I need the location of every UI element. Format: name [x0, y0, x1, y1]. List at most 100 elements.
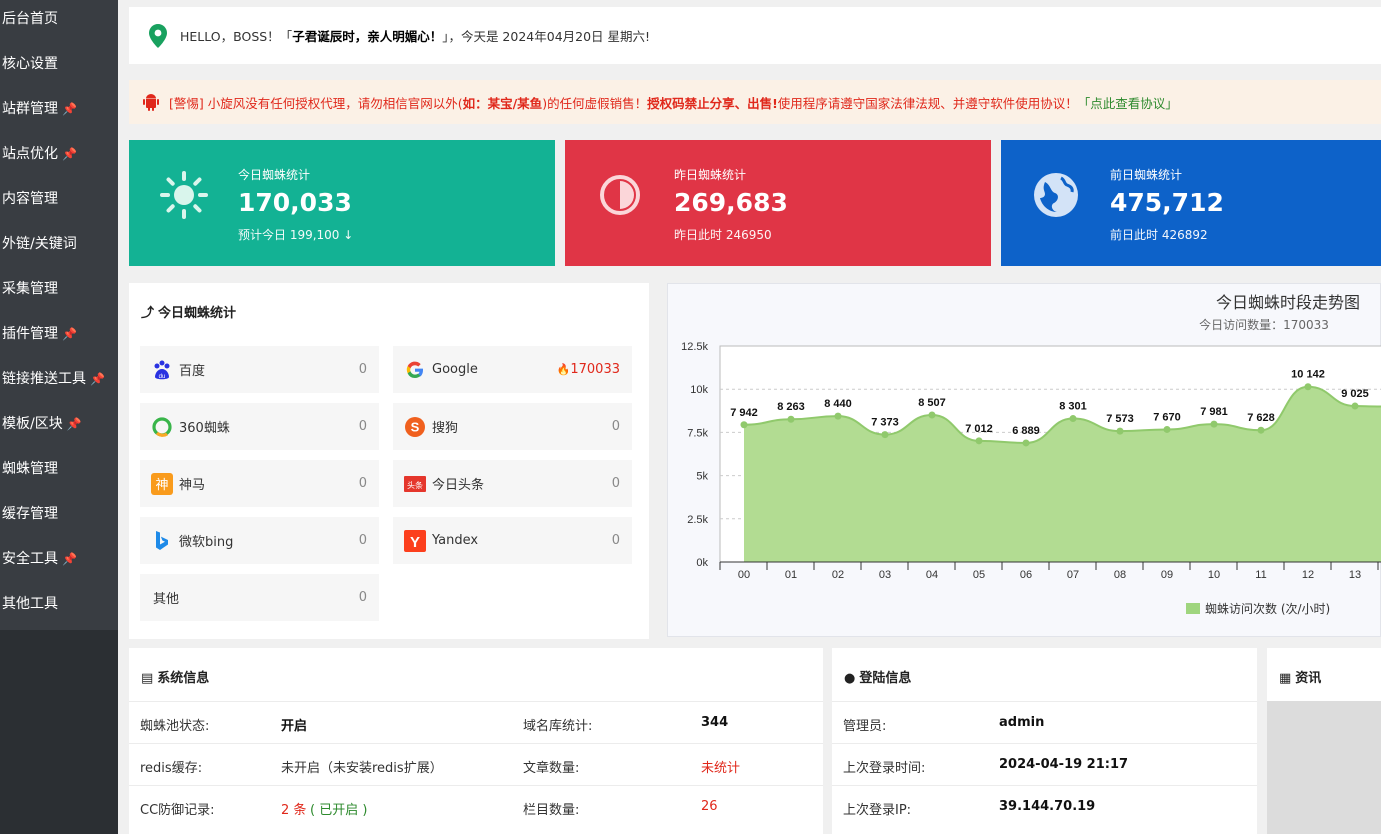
engine-name: 搜狗 — [432, 421, 459, 436]
engine-item: Google 🔥170033 — [393, 346, 632, 393]
data-point — [881, 431, 889, 439]
stat-card-yesterday: 昨日蜘蛛统计 269,683 昨日此时 246950 — [565, 140, 991, 266]
shenma-icon: 神 — [151, 472, 173, 495]
status-badge: ( 已开启 ) — [310, 803, 368, 818]
sidebar-item[interactable]: 模板/区块 📌 — [0, 405, 118, 450]
engine-value: 0 — [612, 419, 620, 434]
engine-count: 0 — [358, 476, 367, 491]
engine-value: 0 — [359, 590, 367, 605]
sidebar-item-label: 模板/区块 — [2, 416, 63, 432]
engine-name: 今日头条 — [432, 478, 485, 493]
table-row: redis缓存: 未开启（未安装redis扩展） 文章数量: 未统计 — [129, 743, 823, 785]
sidebar-item-label: 后台首页 — [2, 11, 58, 27]
sogou-icon: S — [404, 416, 426, 438]
panel-title: ● 登陆信息 — [844, 671, 912, 686]
data-label: 8 301 — [1059, 401, 1087, 413]
sidebar-item[interactable]: 插件管理 📌 — [0, 315, 118, 360]
y-tick-label: 5k — [696, 471, 708, 483]
sidebar-item[interactable]: 外链/关键词 — [0, 225, 118, 270]
engine-value: 🔥170033 — [557, 362, 620, 377]
sidebar-item[interactable]: 其他工具 — [0, 585, 118, 630]
globe-icon — [1034, 173, 1078, 217]
sidebar-item[interactable]: 内容管理 — [0, 180, 118, 225]
x-tick-label: 00 — [738, 569, 750, 581]
data-point — [740, 421, 748, 429]
sidebar-item[interactable]: 核心设置 — [0, 45, 118, 90]
y-tick-label: 10k — [690, 384, 708, 396]
svg-text:du: du — [159, 374, 166, 380]
engine-item: S 搜狗 0 — [393, 403, 632, 450]
sidebar-item-label: 其他工具 — [2, 596, 58, 612]
legend-label: 蜘蛛访问次数 (次/小时) — [1205, 601, 1330, 616]
row-key: 域名库统计: — [523, 719, 593, 734]
data-point — [1210, 420, 1218, 428]
sidebar-item-label: 站群管理 — [2, 101, 58, 117]
sidebar-item[interactable]: 链接推送工具 📌 — [0, 360, 118, 405]
data-point — [1304, 383, 1312, 391]
user-icon: ● — [844, 671, 856, 686]
table-row: 上次登录IP: 39.144.70.19 — [832, 785, 1257, 827]
legend-swatch — [1186, 603, 1200, 614]
sidebar-item[interactable]: 站群管理 📌 — [0, 90, 118, 135]
data-point — [928, 411, 936, 419]
row-value: 2024-04-19 21:17 — [999, 757, 1129, 772]
row-key: 文章数量: — [523, 761, 580, 776]
bing-icon — [151, 530, 173, 552]
row-key: 上次登录IP: — [843, 803, 912, 818]
android-icon — [143, 94, 159, 111]
sidebar-item[interactable]: 缓存管理 — [0, 495, 118, 540]
grid-icon: ▦ — [1279, 671, 1292, 686]
chart-title: 今日蜘蛛时段走势图 — [1216, 293, 1360, 312]
stat-card-before-yesterday: 前日蜘蛛统计 475,712 前日此时 426892 — [1001, 140, 1381, 266]
svg-text:神: 神 — [155, 478, 168, 493]
data-label: 8 440 — [824, 398, 852, 410]
stat-sub: 昨日此时 246950 — [674, 228, 772, 242]
warning-bar: [警惕] 小旋风没有任何授权代理，请勿相信官网以外(如：某宝/某鱼)的任何虚假销… — [129, 80, 1381, 124]
engine-item: du 百度 0 — [140, 346, 379, 393]
engine-count: 0 — [358, 533, 367, 548]
pin-icon: 📌 — [62, 552, 77, 566]
row-value: 未开启（未安装redis扩展） — [281, 761, 443, 776]
main-content: HELLO，BOSS！「 子君诞辰时，亲人明媚心！ 」，今天是 2024年04月… — [129, 0, 1381, 834]
warning-text-3: )的任何虚假销售！ — [542, 95, 648, 111]
data-label: 6 889 — [1012, 425, 1040, 437]
y-tick-label: 12.5k — [681, 341, 708, 353]
chart-svg: 今日蜘蛛时段走势图今日访问数量：170033 0k 2.5k 5k 7.5k 10k 12.… — [681, 293, 1381, 616]
agreement-link[interactable]: 「点此查看协议」 — [1078, 93, 1178, 112]
panel-title: ▦ 资讯 — [1279, 671, 1322, 686]
engine-count: 0 — [611, 419, 620, 434]
engine-value: 0 — [612, 476, 620, 491]
engine-item: 其他 0 — [140, 574, 379, 621]
data-point — [1351, 402, 1359, 410]
stat-sub: 前日此时 426892 — [1110, 228, 1208, 242]
data-label: 7 670 — [1153, 411, 1181, 423]
sidebar-item[interactable]: 安全工具 📌 — [0, 540, 118, 585]
sidebar-item[interactable]: 后台首页 — [0, 0, 118, 45]
sidebar: 后台首页 核心设置 站群管理 📌 站点优化 📌 内容管理 外链/关键词 采集管理 插件管理 📌 链接推… — [0, 0, 118, 834]
data-point — [1022, 439, 1030, 447]
engine-count: 170033 — [570, 362, 620, 377]
sidebar-item[interactable]: 站点优化 📌 — [0, 135, 118, 180]
row-value: 344 — [701, 715, 729, 730]
x-tick-label: 09 — [1161, 569, 1173, 581]
location-pin-icon — [149, 23, 167, 48]
data-label: 7 981 — [1200, 406, 1228, 418]
data-label: 7 373 — [871, 417, 899, 429]
svg-text:S: S — [411, 419, 420, 434]
welcome-date: 」，今天是 2024年04月20日 星期六! — [442, 29, 651, 44]
table-row: 上次登录时间: 2024-04-19 21:17 — [832, 743, 1257, 785]
pin-icon: 📌 — [62, 327, 77, 341]
engine-name: Google — [432, 362, 478, 377]
system-info-panel: ▤ 系统信息 蜘蛛池状态: 开启 域名库统计: 344 redis缓存: 未开启（… — [129, 648, 823, 834]
data-label: 7 628 — [1247, 412, 1275, 424]
stat-forecast: 预计今日 199,100 — [238, 228, 340, 242]
x-tick-label: 10 — [1208, 569, 1220, 581]
data-label: 9 025 — [1341, 388, 1369, 400]
engine-count: 0 — [358, 419, 367, 434]
spider-trend-chart: 今日蜘蛛时段走势图 今日访问数量：170033 0k 2.5k 5k 7.5k 10k 12.… — [667, 283, 1381, 637]
sidebar-item-label: 核心设置 — [2, 56, 58, 72]
sidebar-item[interactable]: 采集管理 — [0, 270, 118, 315]
warning-text-4: 授权码禁止分享、出售! — [647, 95, 778, 111]
row-key: redis缓存: — [140, 761, 203, 776]
sidebar-item[interactable]: 蜘蛛管理 — [0, 450, 118, 495]
